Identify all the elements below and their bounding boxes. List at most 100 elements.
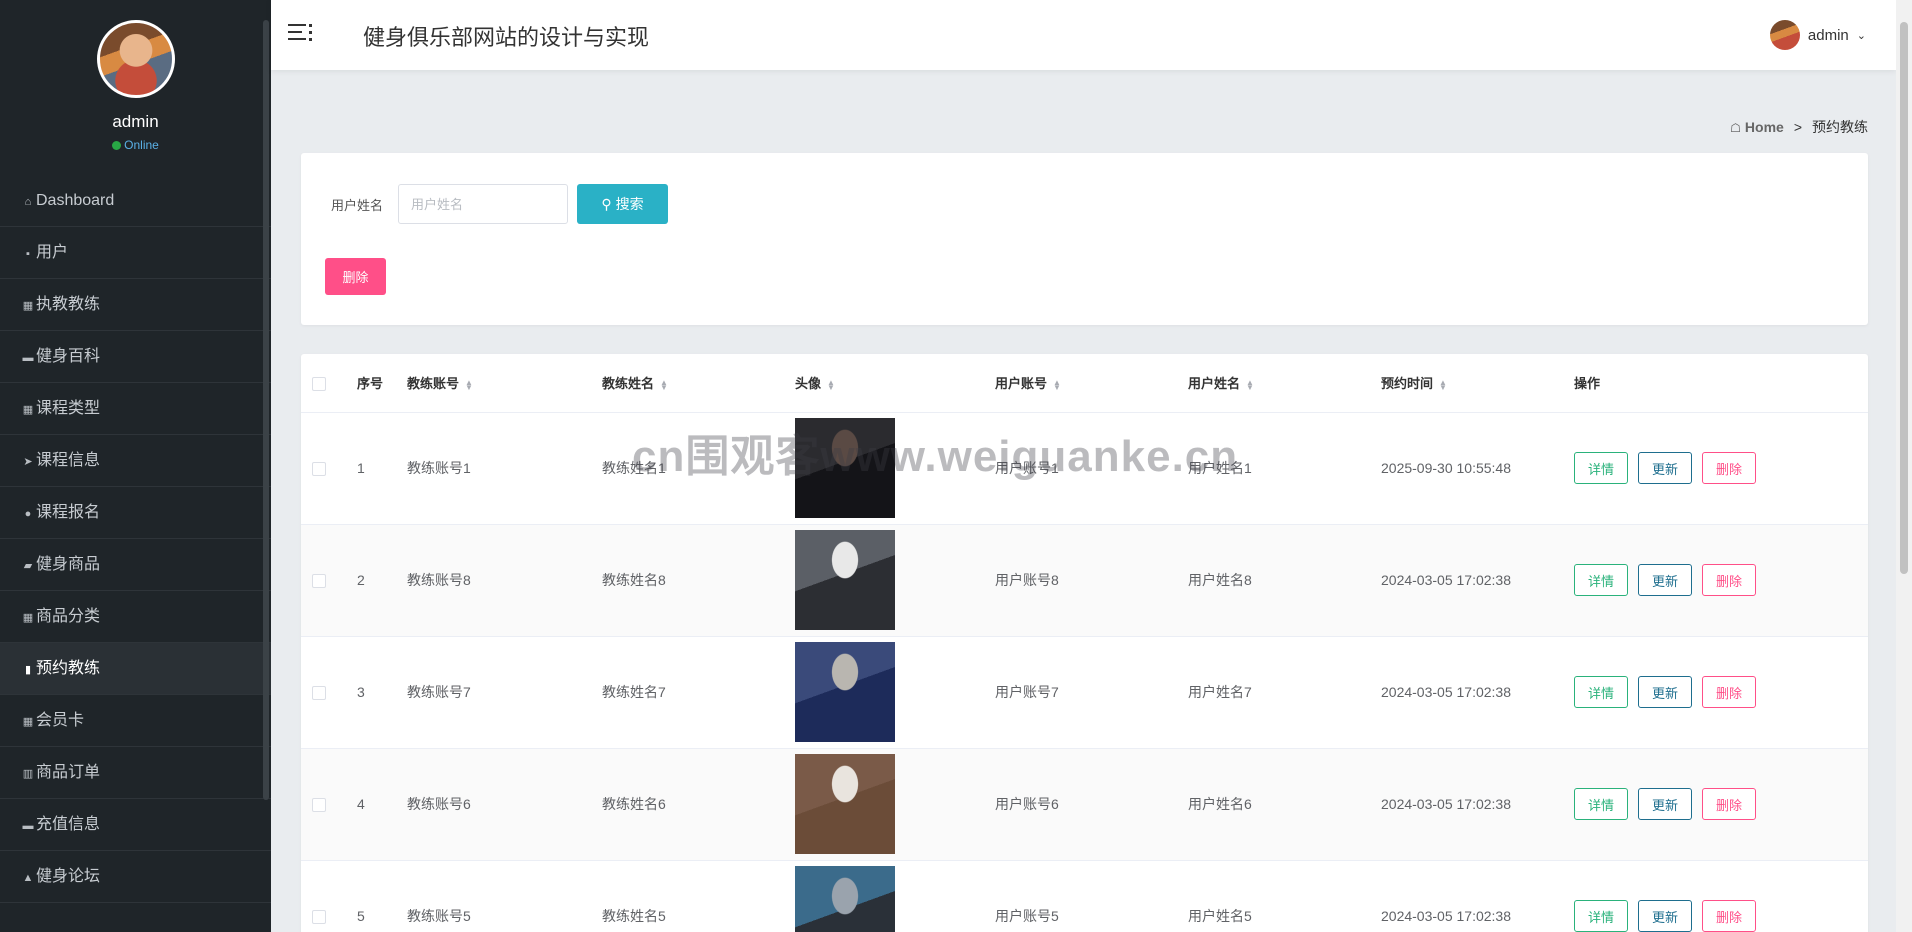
sidebar-item[interactable]: ▦ 课程类型 [0, 383, 271, 435]
cell-actions: 详情 更新 删除 [1574, 748, 1868, 861]
search-label: 用户姓名 [331, 198, 384, 213]
cell-time: 2024-03-05 17:02:38 [1381, 860, 1574, 932]
search-button[interactable]: ⚲ 搜索 [577, 184, 668, 224]
row-checkbox[interactable] [312, 574, 326, 589]
sidebar-item-label: 健身论坛 [36, 868, 101, 885]
cell-user-name: 用户姓名7 [1188, 636, 1381, 749]
page-scrollbar-thumb[interactable] [1900, 22, 1908, 574]
sidebar-item-label: 课程类型 [36, 400, 101, 417]
detail-button[interactable]: 详情 [1574, 564, 1629, 596]
sort-icon[interactable]: ▲ ▼ [1053, 378, 1061, 391]
sidebar-item[interactable]: ▦ 商品分类 [0, 591, 271, 643]
menu-toggle-icon[interactable] [288, 21, 312, 43]
table-row[interactable]: 5 教练账号5 教练姓名5 用户账号5 用户姓名5 2024-03-05 17:02:38… [301, 860, 1868, 932]
sidebar-item-label: 商品分类 [36, 608, 101, 625]
row-checkbox[interactable] [312, 686, 326, 701]
batch-delete-button[interactable]: 删除 [325, 258, 386, 295]
column-header-coach-account[interactable]: 教练账号 ▲ ▼ [407, 354, 602, 413]
cell-coach-name: 教练姓名6 [602, 748, 795, 861]
sidebar-item-label: Dashboard [36, 192, 115, 209]
search-input[interactable] [398, 184, 568, 224]
search-button-label: 搜索 [615, 196, 644, 212]
table-row[interactable]: 1 教练账号1 教练姓名1 用户账号1 用户姓名1 2025-09-30 10:55:48… [301, 412, 1868, 525]
column-header-user-name[interactable]: 用户姓名 ▲ ▼ [1188, 354, 1381, 413]
page-scrollbar[interactable] [1896, 0, 1912, 932]
row-select-cell [301, 412, 357, 525]
cell-index: 3 [357, 636, 407, 749]
detail-button[interactable]: 详情 [1574, 452, 1629, 484]
sidebar-item[interactable]: ▬ 充值信息 [0, 799, 271, 851]
detail-button[interactable]: 详情 [1574, 900, 1629, 932]
cell-index: 4 [357, 748, 407, 861]
sort-icon[interactable]: ▲ ▼ [827, 378, 835, 391]
column-header-avatar[interactable]: 头像 ▲ ▼ [795, 354, 995, 413]
top-header: 健身俱乐部网站的设计与实现 admin ⌄ [271, 0, 1896, 70]
table-row[interactable]: 4 教练账号6 教练姓名6 用户账号6 用户姓名6 2024-03-05 17:02:38… [301, 748, 1868, 861]
sort-icon[interactable]: ▲ ▼ [1439, 378, 1447, 391]
online-status: Online [0, 138, 271, 152]
sidebar-menu: ⌂ Dashboard ▪ 用户 ▦ 执教教练 ▬ 健身百科 ▦ 课程类型 ➤ 课程信息 ● 课程报名 ▰ 健… [0, 175, 271, 903]
column-header-label: 头像 [795, 376, 822, 392]
column-header-user-account[interactable]: 用户账号 ▲ ▼ [995, 354, 1188, 413]
column-header-time[interactable]: 预约时间 ▲ ▼ [1381, 354, 1574, 413]
row-select-cell [301, 748, 357, 861]
breadcrumb-home[interactable]: ☖ Home [1730, 119, 1784, 135]
row-checkbox[interactable] [312, 798, 326, 813]
table-row[interactable]: 2 教练账号8 教练姓名8 用户账号8 用户姓名8 2024-03-05 17:02:38… [301, 524, 1868, 637]
sidebar-scrollbar[interactable] [263, 20, 269, 800]
sidebar-item[interactable]: ▮ 预约教练 [0, 643, 271, 695]
sidebar-item[interactable]: ▦ 执教教练 [0, 279, 271, 331]
cell-time: 2024-03-05 17:02:38 [1381, 748, 1574, 861]
delete-button[interactable]: 删除 [1702, 452, 1757, 484]
update-button[interactable]: 更新 [1638, 564, 1693, 596]
update-button[interactable]: 更新 [1638, 788, 1693, 820]
cell-avatar [795, 412, 995, 525]
clipboard-icon: ▪ [26, 248, 30, 260]
coach-photo[interactable] [795, 418, 895, 518]
coach-photo[interactable] [795, 866, 895, 932]
column-header-coach-name[interactable]: 教练姓名 ▲ ▼ [602, 354, 795, 413]
table-row[interactable]: 3 教练账号7 教练姓名7 用户账号7 用户姓名7 2024-03-05 17:02:38… [301, 636, 1868, 749]
update-button[interactable]: 更新 [1638, 452, 1693, 484]
cell-user-name: 用户姓名5 [1188, 860, 1381, 932]
detail-button[interactable]: 详情 [1574, 676, 1629, 708]
delete-button[interactable]: 删除 [1702, 900, 1757, 932]
sidebar-item[interactable]: ▪ 用户 [0, 227, 271, 279]
sidebar-item[interactable]: ▰ 健身商品 [0, 539, 271, 591]
row-checkbox[interactable] [312, 910, 326, 925]
sidebar-item[interactable]: ● 课程报名 [0, 487, 271, 539]
cell-user-name: 用户姓名8 [1188, 524, 1381, 637]
update-button[interactable]: 更新 [1638, 900, 1693, 932]
sidebar-item[interactable]: ➤ 课程信息 [0, 435, 271, 487]
sidebar-item[interactable]: ⌂ Dashboard [0, 175, 271, 227]
update-button[interactable]: 更新 [1638, 676, 1693, 708]
sidebar-item[interactable]: ▲ 健身论坛 [0, 851, 271, 903]
user-menu-name[interactable]: admin [1808, 27, 1849, 44]
select-all-checkbox[interactable] [312, 376, 326, 391]
delete-button[interactable]: 删除 [1702, 676, 1757, 708]
sort-icon[interactable]: ▲ ▼ [660, 378, 668, 391]
sidebar-item[interactable]: ▥ 商品订单 [0, 747, 271, 799]
sort-icon[interactable]: ▲ ▼ [1246, 378, 1254, 391]
coach-photo[interactable] [795, 642, 895, 742]
cell-coach-account: 教练账号8 [407, 524, 602, 637]
user-menu[interactable]: admin ⌄ [1769, 19, 1866, 51]
sidebar-item[interactable]: ▦ 会员卡 [0, 695, 271, 747]
sidebar-item[interactable]: ▬ 健身百科 [0, 331, 271, 383]
breadcrumb-home-label[interactable]: Home [1745, 119, 1784, 135]
avatar[interactable] [1769, 20, 1800, 50]
row-checkbox[interactable] [312, 462, 326, 477]
delete-button[interactable]: 删除 [1702, 564, 1757, 596]
coach-photo[interactable] [795, 530, 895, 630]
avatar[interactable] [96, 20, 175, 98]
sort-icon[interactable]: ▲ ▼ [465, 378, 473, 391]
grid-icon: ▦ [22, 612, 34, 624]
cell-coach-account: 教练账号5 [407, 860, 602, 932]
detail-button[interactable]: 详情 [1574, 788, 1629, 820]
coach-photo[interactable] [795, 754, 895, 854]
chevron-down-icon[interactable]: ⌄ [1857, 29, 1866, 42]
cell-coach-account: 教练账号1 [407, 412, 602, 525]
briefcase-icon: ▬ [22, 352, 34, 364]
column-header-label: 预约时间 [1381, 376, 1434, 392]
delete-button[interactable]: 删除 [1702, 788, 1757, 820]
